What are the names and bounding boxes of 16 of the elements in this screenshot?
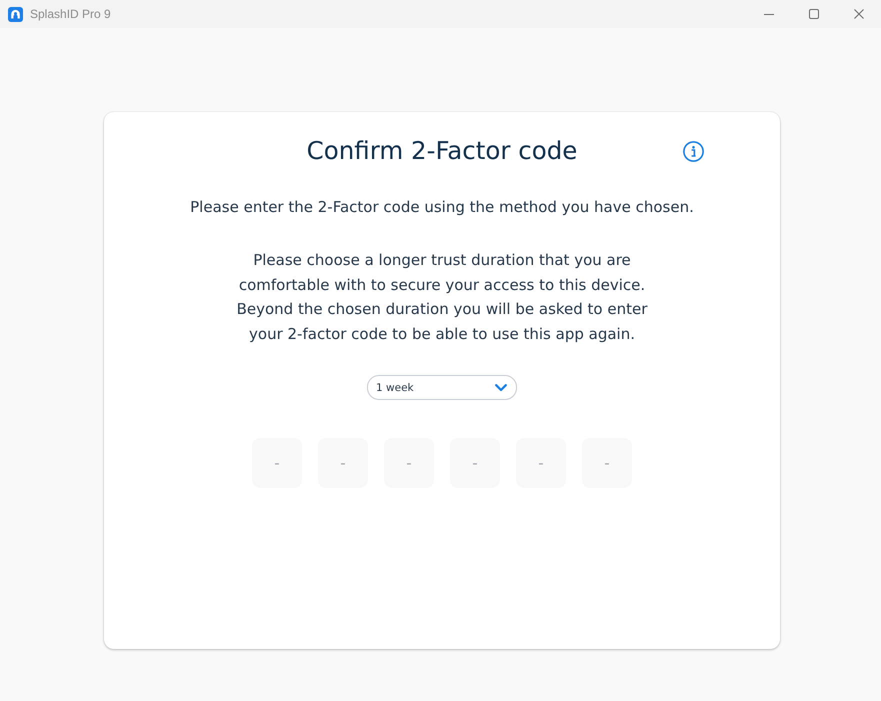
- subtitle-text: Please enter the 2-Factor code using the method you have chosen.: [190, 197, 694, 217]
- code-digit-field[interactable]: -: [582, 438, 632, 488]
- trust-duration-dropdown[interactable]: 1 week: [367, 375, 517, 400]
- close-icon: [854, 9, 864, 19]
- code-digit-field[interactable]: -: [516, 438, 566, 488]
- info-icon[interactable]: [683, 140, 704, 162]
- dialog-title: Confirm 2-Factor code: [306, 136, 578, 166]
- maximize-icon: [808, 9, 818, 19]
- code-digit-field[interactable]: -: [384, 438, 434, 488]
- code-digit-field[interactable]: -: [252, 438, 302, 488]
- code-digit-field[interactable]: -: [318, 438, 368, 488]
- window-title: SplashID Pro 9: [30, 7, 111, 21]
- app-logo-icon: [8, 6, 23, 22]
- code-digit-field[interactable]: -: [450, 438, 500, 488]
- instructions-text: Please choose a longer trust duration that you are comfortable with to secure your access to this device. Beyond the chosen duration you will be asked to enter your 2-factor code to be able to use this app again.: [236, 250, 648, 344]
- chevron-down-icon: [495, 384, 507, 392]
